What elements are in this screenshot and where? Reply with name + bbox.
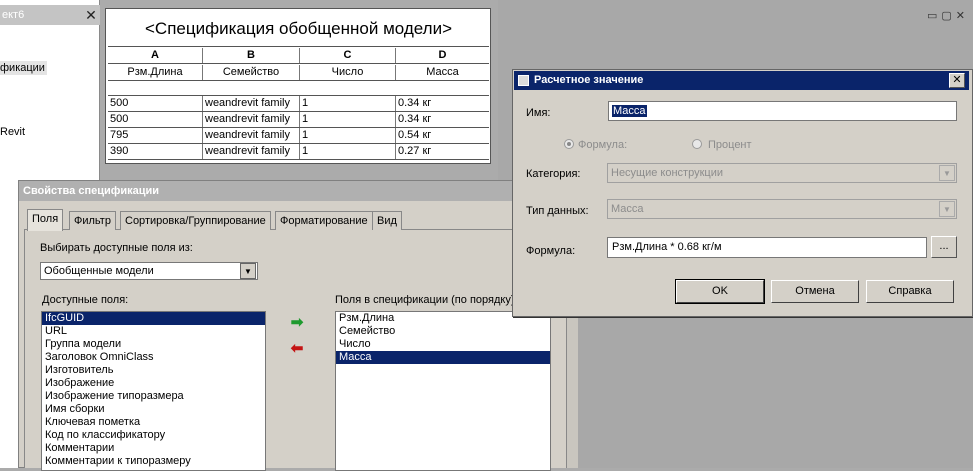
list-item[interactable]: Комментарии к типоразмеру bbox=[42, 455, 265, 468]
list-item[interactable]: Семейство bbox=[336, 325, 550, 338]
schedule-title: <Спецификация обобщенной модели> bbox=[108, 10, 489, 47]
list-item[interactable]: IfcGUID bbox=[42, 312, 265, 325]
cancel-button[interactable]: Отмена bbox=[771, 280, 859, 303]
list-item[interactable]: Ключевая пометка bbox=[42, 416, 265, 429]
table-cell[interactable]: weandrevit family bbox=[203, 144, 300, 159]
choose-fields-select[interactable]: Обобщенные модели bbox=[40, 262, 258, 280]
choose-fields-label: Выбирать доступные поля из: bbox=[40, 242, 193, 254]
available-fields-label: Доступные поля: bbox=[42, 294, 129, 306]
percent-radio-label: Процент bbox=[708, 139, 752, 151]
table-row[interactable]: 390 weandrevit family 1 0.27 кг bbox=[108, 144, 489, 160]
table-cell[interactable]: 500 bbox=[108, 96, 203, 111]
table-row[interactable]: 500 weandrevit family 1 0.34 кг bbox=[108, 96, 489, 112]
list-item[interactable]: Изображение типоразмера bbox=[42, 390, 265, 403]
percent-radio[interactable] bbox=[692, 139, 702, 149]
table-cell[interactable]: 0.54 кг bbox=[396, 128, 489, 143]
tab-appearance[interactable]: Вид bbox=[372, 211, 402, 230]
list-item[interactable]: Группа модели bbox=[42, 338, 265, 351]
help-button[interactable]: Справка bbox=[866, 280, 954, 303]
column-letter[interactable]: D bbox=[396, 48, 489, 63]
schedule-column-letters: A B C D bbox=[108, 48, 489, 64]
formula-radio-label: Формула: bbox=[578, 139, 628, 151]
table-cell[interactable]: 500 bbox=[108, 112, 203, 127]
close-icon[interactable]: ✕ bbox=[83, 5, 99, 25]
list-item[interactable]: URL bbox=[42, 325, 265, 338]
list-item[interactable]: Число bbox=[336, 338, 550, 351]
table-cell[interactable]: 795 bbox=[108, 128, 203, 143]
available-fields-list[interactable]: IfcGUID URL Группа модели Заголовок Omni… bbox=[41, 311, 266, 471]
list-item[interactable]: Комментарии bbox=[42, 442, 265, 455]
ok-button[interactable]: OK bbox=[675, 279, 765, 304]
column-letter[interactable]: C bbox=[300, 48, 396, 63]
table-cell[interactable]: 0.34 кг bbox=[396, 96, 489, 111]
list-item[interactable]: Заголовок OmniClass bbox=[42, 351, 265, 364]
list-item[interactable]: Изготовитель bbox=[42, 364, 265, 377]
category-label: Категория: bbox=[526, 168, 581, 180]
browser-tree-item-revit[interactable]: Revit bbox=[0, 125, 25, 139]
table-cell[interactable]: 390 bbox=[108, 144, 203, 159]
window-controls-icon[interactable]: ▭▢✕ bbox=[927, 9, 973, 23]
formula-field[interactable]: Рзм.Длина * 0.68 кг/м bbox=[607, 237, 927, 258]
column-header[interactable]: Масса bbox=[396, 65, 489, 80]
chevron-down-icon[interactable]: ▼ bbox=[240, 263, 256, 279]
name-value: Масса bbox=[612, 105, 647, 117]
column-header[interactable]: Семейство bbox=[203, 65, 300, 80]
column-header[interactable]: Рзм.Длина bbox=[108, 65, 203, 80]
table-row[interactable]: 500 weandrevit family 1 0.34 кг bbox=[108, 112, 489, 128]
table-cell[interactable]: 1 bbox=[300, 144, 396, 159]
dialog-title[interactable]: Свойства спецификации bbox=[19, 181, 569, 201]
table-cell[interactable]: 1 bbox=[300, 112, 396, 127]
formula-radio[interactable] bbox=[564, 139, 574, 149]
column-letter[interactable]: A bbox=[108, 48, 203, 63]
scrollbar[interactable] bbox=[566, 318, 578, 468]
add-field-arrow-icon[interactable]: ➡ bbox=[287, 314, 307, 332]
chevron-down-icon[interactable]: ▼ bbox=[939, 201, 955, 217]
tab-fields[interactable]: Поля bbox=[27, 209, 64, 231]
list-item[interactable]: Масса bbox=[336, 351, 550, 364]
table-cell[interactable]: weandrevit family bbox=[203, 112, 300, 127]
formula-label: Формула: bbox=[526, 245, 576, 257]
table-cell[interactable]: 0.27 кг bbox=[396, 144, 489, 159]
remove-field-arrow-icon[interactable]: ⬅ bbox=[287, 340, 307, 358]
schedule-blank-row bbox=[108, 82, 489, 96]
column-header[interactable]: Число bbox=[300, 65, 396, 80]
datatype-select[interactable]: Масса bbox=[607, 199, 957, 219]
scheduled-fields-list[interactable]: Рзм.Длина Семейство Число Масса bbox=[335, 311, 551, 471]
column-letter[interactable]: B bbox=[203, 48, 300, 63]
browse-button[interactable]: ... bbox=[931, 236, 957, 258]
datatype-label: Тип данных: bbox=[526, 205, 589, 217]
table-cell[interactable]: weandrevit family bbox=[203, 96, 300, 111]
category-select[interactable]: Несущие конструкции bbox=[607, 163, 957, 183]
table-cell[interactable]: weandrevit family bbox=[203, 128, 300, 143]
name-label: Имя: bbox=[526, 107, 551, 119]
close-icon[interactable]: ✕ bbox=[949, 73, 965, 88]
table-cell[interactable]: 0.34 кг bbox=[396, 112, 489, 127]
list-item[interactable]: Изображение bbox=[42, 377, 265, 390]
tab-filter[interactable]: Фильтр bbox=[69, 211, 116, 230]
chevron-down-icon[interactable]: ▼ bbox=[939, 165, 955, 181]
name-field[interactable]: Масса bbox=[608, 101, 957, 121]
browser-tree-item-schedules[interactable]: фикации bbox=[0, 61, 47, 75]
tab-formatting[interactable]: Форматирование bbox=[275, 211, 373, 230]
list-item[interactable]: Код по классификатору bbox=[42, 429, 265, 442]
tab-sorting-grouping[interactable]: Сортировка/Группирование bbox=[120, 211, 271, 230]
dialog-title[interactable]: Расчетное значение bbox=[514, 71, 969, 90]
table-cell[interactable]: 1 bbox=[300, 128, 396, 143]
schedule-column-headers: Рзм.Длина Семейство Число Масса bbox=[108, 65, 489, 81]
table-cell[interactable]: 1 bbox=[300, 96, 396, 111]
scheduled-fields-label: Поля в спецификации (по порядку): bbox=[335, 294, 518, 306]
list-item[interactable]: Имя сборки bbox=[42, 403, 265, 416]
table-row[interactable]: 795 weandrevit family 1 0.54 кг bbox=[108, 128, 489, 144]
app-icon bbox=[518, 75, 529, 86]
